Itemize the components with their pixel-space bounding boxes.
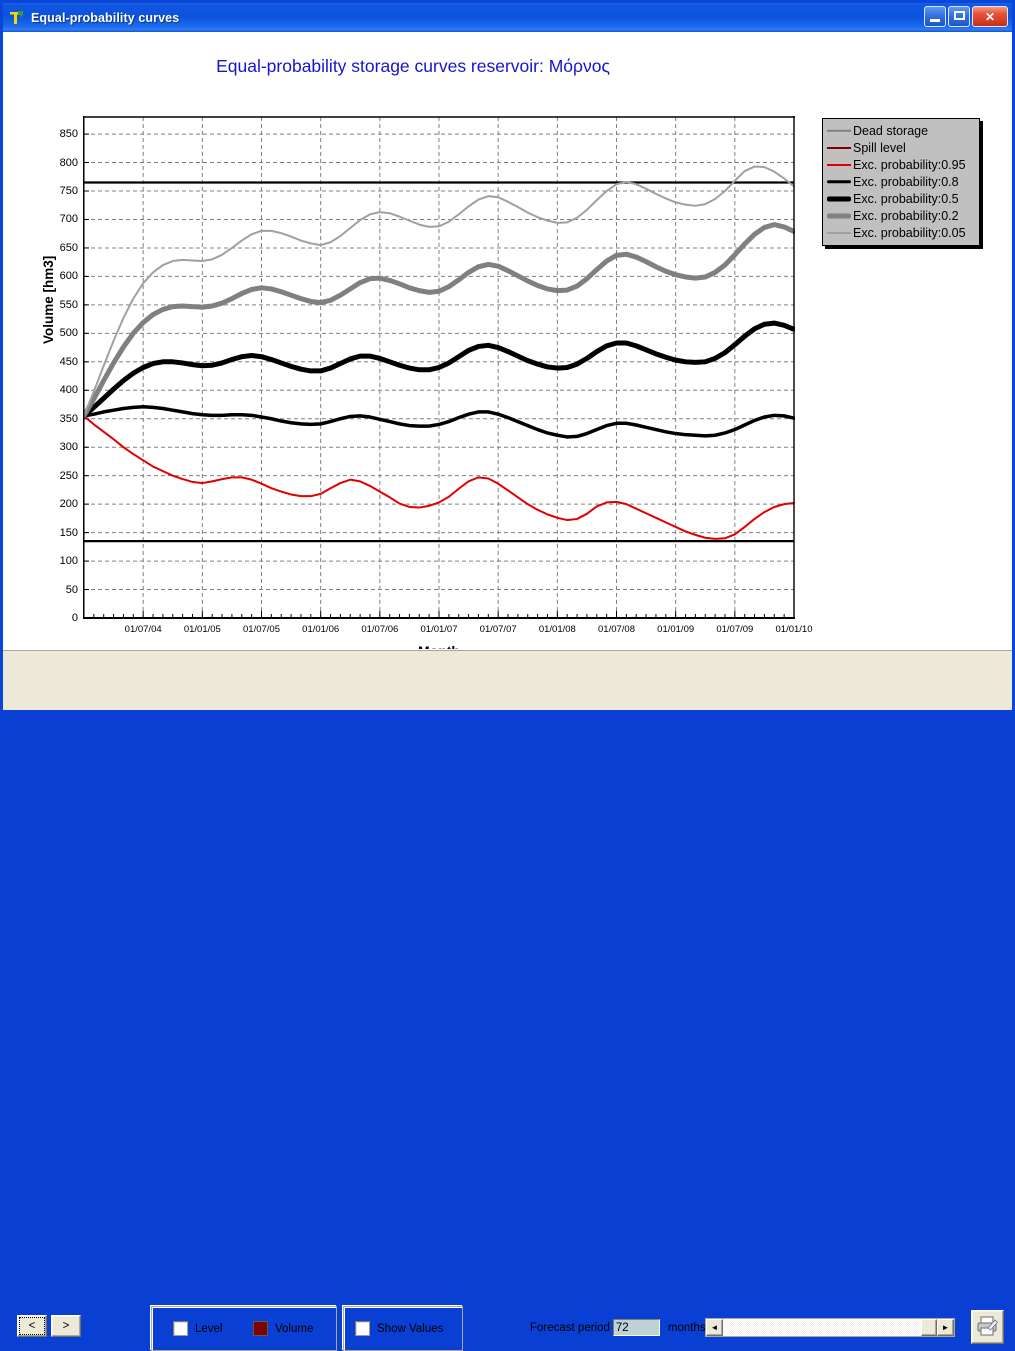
forecast-period-block: Forecast period 72 months [530,1319,706,1336]
bottom-toolbar: < > Level Volume Show Values Forecast pe… [3,649,1012,1351]
x-tick-label: 01/07/07 [479,624,517,635]
y-tick-label: 50 [65,583,78,596]
x-tick-label: 01/01/10 [775,624,813,635]
scrollbar-thumb[interactable] [921,1319,937,1336]
x-tick-label: 01/01/07 [420,624,458,635]
close-icon: ✕ [984,9,996,24]
level-checkbox[interactable]: Level [173,1321,223,1336]
maximize-button[interactable] [948,6,970,27]
legend-label: Dead storage [853,123,929,138]
volume-label: Volume [275,1322,314,1335]
legend-label: Exc. probability:0.2 [853,208,959,223]
forecast-scrollbar[interactable]: ◄ ► [705,1318,955,1337]
printer-icon [976,1315,1000,1340]
close-button[interactable]: ✕ [972,6,1008,27]
y-tick-label: 550 [59,298,78,311]
x-tick-label: 01/07/05 [243,624,280,635]
print-button[interactable] [971,1310,1004,1344]
x-tick-label: 01/01/08 [538,624,576,635]
scrollbar-channel[interactable] [723,1319,937,1336]
legend-label: Exc. probability:0.5 [853,191,959,206]
legend-item: Spill level [826,139,977,156]
show-values-label: Show Values [377,1322,444,1335]
y-tick-label: 650 [59,241,78,254]
title-bar[interactable]: Equal-probability curves ✕ [3,3,1012,32]
next-button[interactable]: > [51,1315,81,1337]
app-icon [8,9,26,27]
x-tick-label: 01/01/09 [657,624,695,635]
level-label: Level [195,1322,223,1335]
legend-item: Exc. probability:0.8 [826,173,977,190]
volume-checkbox[interactable]: Volume [253,1321,313,1336]
plot-area[interactable]: Volume [hm3] Month 050100150200250300350… [41,116,812,659]
y-tick-label: 100 [59,555,78,568]
legend-label: Exc. probability:0.95 [853,157,966,172]
minimize-button[interactable] [924,6,946,27]
chart-title: Equal-probability storage curves reservo… [216,56,610,76]
application-window: Equal-probability curves ✕ Equal-probabi… [0,0,1015,1351]
legend-swatch [826,192,852,206]
y-tick-label: 600 [59,270,78,283]
scroll-left-button[interactable]: ◄ [706,1319,723,1336]
y-tick-label: 150 [59,526,78,539]
x-tick-label: 01/07/06 [361,624,399,635]
legend-item: Exc. probability:0.05 [826,224,977,241]
y-tick-label: 350 [59,412,78,425]
forecast-period-label: Forecast period [530,1321,610,1334]
plot-svg [83,116,795,619]
legend-swatch [826,158,852,172]
y-tick-label: 800 [59,156,78,169]
legend-swatch [826,124,852,138]
chart-panel: Equal-probability storage curves reservo… [3,32,1012,659]
x-tick-label: 01/07/09 [716,624,754,635]
x-tick-label: 01/01/05 [183,624,221,635]
y-axis-label: Volume [hm3] [41,255,56,344]
previous-button[interactable]: < [17,1315,47,1337]
y-tick-label: 250 [59,469,78,482]
window-controls: ✕ [924,6,1008,27]
x-tick-label: 01/07/08 [598,624,635,635]
legend-label: Spill level [853,140,906,155]
focus-ring [19,1317,45,1335]
legend-item: Dead storage [826,122,977,139]
legend-swatch [826,209,852,223]
legend-item: Exc. probability:0.95 [826,156,977,173]
legend-swatch [826,175,852,189]
legend-item: Exc. probability:0.2 [826,207,977,224]
window-title: Equal-probability curves [31,10,180,25]
legend-item: Exc. probability:0.5 [826,190,977,207]
next-label: > [62,1320,70,1332]
legend-swatch [826,141,852,155]
scroll-right-button[interactable]: ► [937,1319,954,1336]
show-values-checkbox-box[interactable] [355,1321,370,1336]
legend-label: Exc. probability:0.8 [853,174,959,189]
y-tick-label: 850 [59,128,78,141]
y-tick-label: 200 [59,498,78,511]
y-tick-label: 0 [71,612,78,624]
show-values-checkbox[interactable]: Show Values [355,1321,443,1336]
y-tick-label: 450 [59,355,78,368]
x-tick-label: 01/01/06 [302,624,340,635]
level-checkbox-box[interactable] [173,1321,188,1336]
y-tick-label: 400 [59,384,78,397]
legend-label: Exc. probability:0.05 [853,225,966,240]
forecast-period-input[interactable]: 72 [612,1319,660,1336]
legend-swatch [826,226,852,240]
client-area: Equal-probability storage curves reservo… [3,32,1012,1351]
x-tick-label: 01/07/04 [124,624,162,635]
chart-legend: Dead storage Spill level Exc. probability:… [822,118,980,246]
y-tick-label: 500 [59,327,78,340]
y-tick-label: 750 [59,185,78,197]
volume-checkbox-box[interactable] [253,1321,268,1336]
forecast-period-unit: months [667,1321,706,1334]
y-tick-label: 300 [59,441,78,454]
y-tick-label: 700 [59,213,78,226]
